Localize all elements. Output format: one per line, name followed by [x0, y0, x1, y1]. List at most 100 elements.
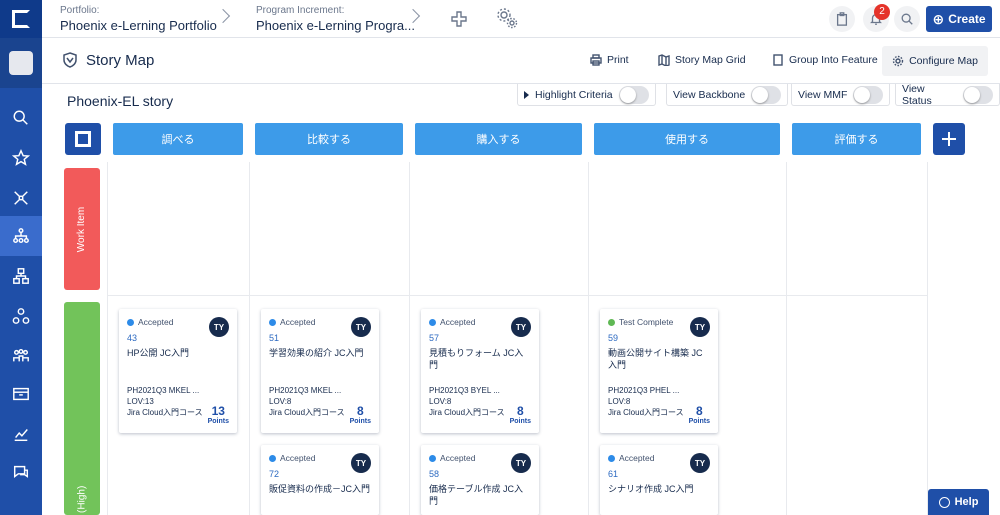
story-card[interactable]: Accepted TY 57 見積もりフォーム JC入門 PH2021Q3 BY…: [421, 309, 539, 433]
board-logo: [65, 123, 101, 155]
story-card[interactable]: Test Complete TY 59 動画公開サイト構築 JC入門 PH202…: [600, 309, 718, 433]
story-map-grid-button[interactable]: Story Map Grid: [658, 54, 746, 66]
view-mmf-toggle[interactable]: [853, 85, 884, 104]
cluster-icon[interactable]: [0, 296, 42, 336]
points-unit: Points: [509, 418, 531, 425]
owner-avatar[interactable]: TY: [351, 317, 371, 337]
document-icon: [773, 54, 783, 66]
program-increment-selector[interactable]: Program Increment: Phoenix e-Lerning Pro…: [256, 5, 415, 33]
points-unit: Points: [688, 418, 710, 425]
help-button[interactable]: Help: [928, 489, 989, 515]
board-title: Phoenix-EL story: [67, 93, 174, 109]
caret-right-icon: [524, 90, 529, 99]
story-card[interactable]: Accepted TY 51 学習効果の紹介 JC入門 PH2021Q3 MKE…: [261, 309, 379, 433]
story-card[interactable]: Accepted TY 72 販促資料の作成－JC入門: [261, 445, 379, 515]
column-divider: [107, 162, 108, 515]
network-icon[interactable]: [0, 178, 42, 218]
highlight-criteria-control[interactable]: Highlight Criteria: [517, 84, 656, 106]
status-text: Accepted: [280, 317, 316, 327]
owner-avatar[interactable]: TY: [690, 453, 710, 473]
help-circle-icon: [938, 496, 950, 508]
status-text: Accepted: [280, 453, 316, 463]
map-icon: [658, 54, 670, 66]
work-item-lane-label: Work Item: [76, 206, 88, 252]
app-logo[interactable]: [0, 0, 42, 38]
page-title: Story Map: [86, 52, 155, 69]
story-card[interactable]: Accepted TY 58 価格テーブル作成 JC入門: [421, 445, 539, 515]
owner-avatar[interactable]: TY: [511, 453, 531, 473]
configure-map-label: Configure Map: [909, 55, 978, 67]
card-points: 8 Points: [510, 404, 531, 425]
hierarchy-icon[interactable]: [0, 256, 42, 296]
activity-0[interactable]: 調べる: [113, 123, 243, 155]
column-divider: [249, 162, 250, 515]
card-name: シナリオ作成 JC入門: [608, 484, 694, 494]
card-name: 動画公開サイト構築 JC入門: [608, 348, 703, 370]
chat-icon[interactable]: [0, 452, 42, 492]
clipboard-icon[interactable]: [829, 6, 855, 32]
activity-1[interactable]: 比較する: [255, 123, 403, 155]
view-backbone-control[interactable]: View Backbone: [666, 84, 789, 106]
story-card[interactable]: Accepted TY 43 HP公開 JC入門 PH2021Q3 MKEL .…: [119, 309, 237, 433]
story-map-icon[interactable]: [0, 216, 42, 256]
group-into-feature-button[interactable]: Group Into Feature: [772, 54, 878, 66]
points-value: 8: [516, 404, 524, 418]
highlight-criteria-label: Highlight Criteria: [535, 88, 613, 101]
column-divider: [588, 162, 589, 515]
view-status-toggle[interactable]: [963, 85, 993, 104]
points-value: 8: [356, 404, 364, 418]
release-lane-label: 1 (High): [76, 485, 88, 515]
status-text: Accepted: [138, 317, 174, 327]
column-divider: [409, 162, 410, 515]
print-label: Print: [607, 54, 629, 66]
points-unit: Points: [207, 418, 229, 425]
portfolio-selector[interactable]: Portfolio: Phoenix e-Lerning Portfolio: [60, 5, 217, 33]
owner-avatar[interactable]: TY: [209, 317, 229, 337]
story-map-board: Phoenix-EL story Highlight Criteria View…: [42, 82, 1000, 515]
highlight-criteria-toggle[interactable]: [618, 85, 649, 104]
create-button[interactable]: ⊕ Create: [926, 6, 992, 32]
column-divider: [927, 162, 928, 515]
owner-avatar[interactable]: TY: [351, 453, 371, 473]
activity-4[interactable]: 評価する: [792, 123, 921, 155]
archive-icon[interactable]: [0, 374, 42, 414]
activity-2[interactable]: 購入する: [415, 123, 582, 155]
release-lane[interactable]: 1 (High): [64, 302, 100, 515]
help-label: Help: [954, 496, 979, 508]
portfolio-label: Portfolio:: [60, 5, 100, 16]
status-dot: [269, 318, 276, 326]
add-activity-button[interactable]: [933, 123, 965, 155]
configure-map-button[interactable]: Configure Map: [882, 46, 988, 76]
top-header: Portfolio: Phoenix e-Lerning Portfolio P…: [42, 0, 1000, 38]
work-item-lane[interactable]: Work Item: [64, 168, 100, 290]
owner-avatar[interactable]: TY: [511, 317, 531, 337]
status-dot: [608, 454, 615, 462]
user-avatar[interactable]: [0, 38, 42, 88]
team-icon[interactable]: [0, 336, 42, 376]
left-nav-rail: [0, 0, 42, 515]
story-card[interactable]: Accepted TY 61 シナリオ作成 JC入門: [600, 445, 718, 515]
search-icon[interactable]: [894, 6, 920, 32]
portfolio-value: Phoenix e-Lerning Portfolio: [60, 18, 217, 33]
printer-icon: [590, 54, 602, 66]
card-meta-pi: PH2021Q3 BYEL ...: [429, 386, 500, 395]
settings-gears-icon[interactable]: [494, 5, 520, 31]
group-into-feature-label: Group Into Feature: [789, 54, 878, 66]
add-plus-icon[interactable]: [448, 8, 470, 30]
shield-icon: [62, 52, 78, 68]
view-backbone-toggle[interactable]: [751, 85, 782, 104]
view-mmf-control[interactable]: View MMF: [791, 84, 891, 106]
print-button[interactable]: Print: [590, 54, 629, 66]
view-status-control[interactable]: View Status: [895, 82, 1000, 107]
row-divider: [107, 295, 927, 296]
view-backbone-label: View Backbone: [673, 88, 746, 101]
search-icon[interactable]: [0, 98, 42, 138]
activity-3[interactable]: 使用する: [594, 123, 780, 155]
status-dot: [127, 318, 134, 326]
chart-icon[interactable]: [0, 414, 42, 454]
star-icon[interactable]: [0, 138, 42, 178]
owner-avatar[interactable]: TY: [690, 317, 710, 337]
card-meta-pi: PH2021Q3 MKEL ...: [269, 386, 342, 395]
card-points: 13 Points: [208, 404, 229, 425]
view-status-label: View Status: [902, 82, 932, 107]
